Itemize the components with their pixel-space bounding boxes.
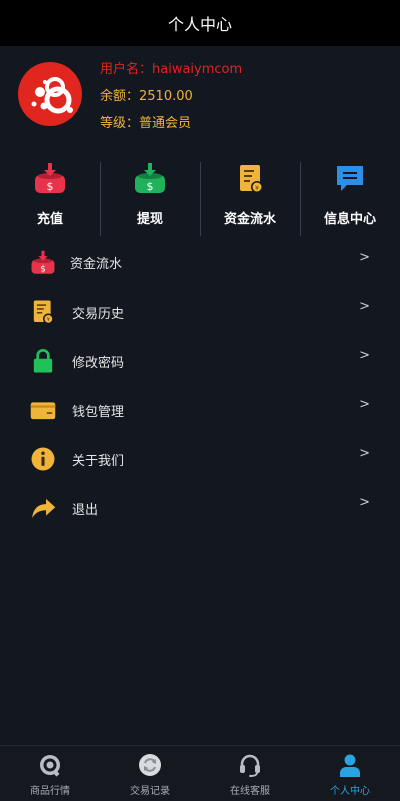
quick-action-message-center[interactable]: 信息中心 [300,160,400,238]
chevron-right-icon: > [359,299,370,314]
quick-action-label: 提现 [136,212,163,227]
quick-actions: $ 充值 $ 提现 ¥ 资金流水 信息中心 [0,160,400,238]
avatar [18,62,82,126]
menu-item-label: 关于我们 [72,454,125,469]
message-icon [337,166,363,191]
tab-label: 个人中心 [330,786,370,797]
quick-action-withdraw[interactable]: $ 提现 [100,160,200,238]
menu-item-about-us[interactable]: 关于我们 > [0,434,400,483]
quick-action-label: 信息中心 [323,212,376,227]
chevron-right-icon: > [359,397,370,412]
headset-icon [240,754,260,777]
user-icon [340,754,360,777]
fund-flow-icon: ¥ [240,165,263,193]
menu-item-label: 修改密码 [72,356,125,371]
svg-text:$: $ [47,180,54,193]
info-icon [31,447,55,471]
records-icon [139,754,161,776]
svg-text:$: $ [40,263,45,273]
menu-item-label: 钱包管理 [72,405,125,420]
withdraw-icon: $ [135,163,165,193]
tab-market[interactable]: 商品行情 [0,746,100,801]
menu-item-label: 退出 [72,503,99,518]
menu-item-logout[interactable]: 退出 > [0,483,400,532]
fund-flow-icon: $ [31,250,55,274]
quick-action-fund-flow[interactable]: ¥ 资金流水 [200,160,300,238]
bottom-tab-bar: 商品行情 交易记录 在线客服 个人中心 [0,745,400,801]
market-icon [40,755,60,777]
logout-icon [32,498,56,518]
menu-item-fund-flow[interactable]: $ 资金流水 > [0,238,400,287]
svg-text:¥: ¥ [47,317,51,323]
menu-item-label: 交易历史 [72,307,125,322]
menu-item-label: 资金流水 [70,257,123,272]
chevron-right-icon: > [359,250,370,265]
quick-action-deposit[interactable]: $ 充值 [0,160,100,238]
menu-item-wallet[interactable]: 钱包管理 > [0,385,400,434]
lock-icon [33,349,53,373]
page-title: 个人中心 [167,15,232,34]
menu-list: $ 资金流水 > ¥ 交易历史 > 修改密码 > 钱包管理 > 关于我们 > 退… [0,238,400,532]
quick-action-label: 资金流水 [223,212,276,227]
profile-card: 用户名：haiwaiymcom 余额：2510.00 等级：普通会员 [0,46,400,142]
chevron-right-icon: > [359,348,370,363]
balance-text: 余额：2510.00 [100,89,193,104]
chevron-right-icon: > [359,495,370,510]
tab-personal-center[interactable]: 个人中心 [300,746,400,801]
tab-label: 交易记录 [130,786,170,797]
trade-history-icon: ¥ [33,300,54,325]
tab-online-service[interactable]: 在线客服 [200,746,300,801]
tab-label: 商品行情 [30,786,70,797]
quick-action-label: 充值 [36,212,63,227]
tab-label: 在线客服 [230,786,270,797]
tab-trade-records[interactable]: 交易记录 [100,746,200,801]
member-level-text: 等级：普通会员 [100,116,192,131]
deposit-icon: $ [35,163,65,193]
menu-item-trade-history[interactable]: ¥ 交易历史 > [0,287,400,336]
svg-text:$: $ [147,180,154,193]
menu-item-change-password[interactable]: 修改密码 > [0,336,400,385]
username-text: 用户名：haiwaiymcom [100,62,243,77]
app-header: 个人中心 [0,0,400,46]
chevron-right-icon: > [359,446,370,461]
wallet-icon [30,402,56,420]
svg-text:¥: ¥ [255,185,259,192]
